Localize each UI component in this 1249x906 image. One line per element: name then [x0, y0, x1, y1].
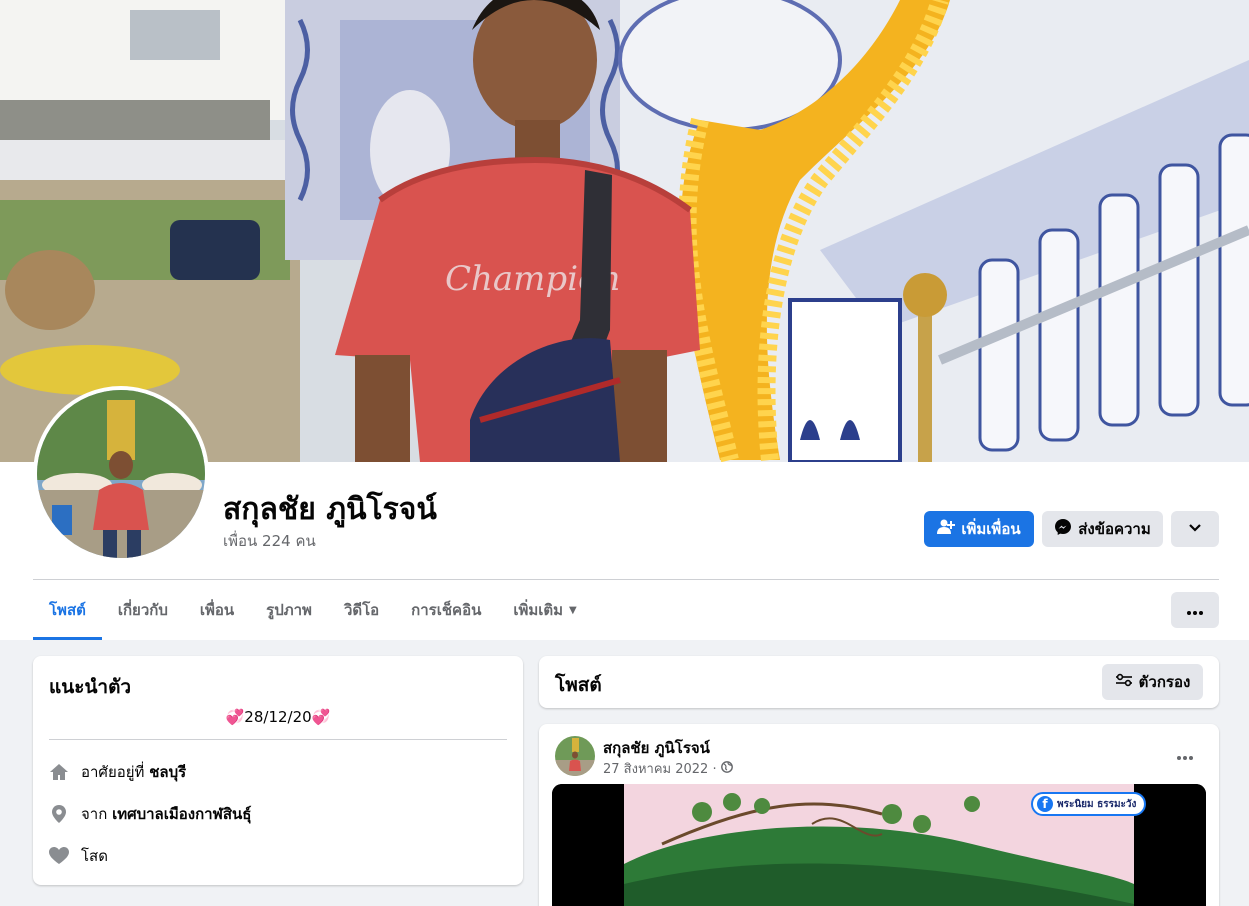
- profile-tabs: โพสต์ เกี่ยวกับ เพื่อน รูปภาพ วิดีโอ การ…: [33, 580, 593, 640]
- tab-more-label: เพิ่มเติม: [513, 601, 564, 619]
- intro-bio: 💞28/12/20💞: [225, 708, 331, 726]
- more-dots-icon: [1177, 745, 1193, 764]
- caret-down-icon: ▼: [569, 604, 577, 616]
- post-author-name[interactable]: สกุลชัย ภูนิโรจน์: [603, 736, 710, 760]
- post-meta: 27 สิงหาคม 2022 ·: [603, 758, 733, 779]
- tab-friends[interactable]: เพื่อน: [184, 580, 250, 640]
- filter-button[interactable]: ตัวกรอง: [1102, 664, 1203, 700]
- lives-prefix: อาศัยอยู่ที่: [81, 763, 145, 781]
- post-options-button[interactable]: [1167, 740, 1203, 768]
- post-author-avatar[interactable]: [555, 736, 595, 776]
- filter-icon: [1115, 673, 1133, 691]
- posts-header-card: โพสต์ ตัวกรอง: [539, 656, 1219, 708]
- facebook-logo-icon: f: [1037, 796, 1053, 812]
- add-friend-icon: [937, 519, 956, 539]
- intro-divider: [49, 739, 507, 740]
- heart-icon: [49, 846, 69, 866]
- profile-name: สกุลชัย ภูนิโรจน์: [223, 492, 437, 527]
- tab-about[interactable]: เกี่ยวกับ: [102, 580, 184, 640]
- intro-title: แนะนำตัว: [49, 676, 132, 698]
- video-badge-text: พระนิยม ธรรมะวัง: [1057, 798, 1137, 810]
- tab-photos[interactable]: รูปภาพ: [250, 580, 328, 640]
- intro-from: จาก เทศบาลเมืองกาฬสินธุ์: [49, 802, 251, 826]
- tab-more[interactable]: เพิ่มเติม ▼: [497, 580, 592, 640]
- tab-posts[interactable]: โพสต์: [33, 580, 102, 640]
- add-friend-label: เพิ่มเพื่อน: [961, 520, 1021, 538]
- relationship-status: โสด: [81, 847, 108, 865]
- post-date[interactable]: 27 สิงหาคม 2022 ·: [603, 758, 717, 779]
- globe-icon: [720, 760, 733, 777]
- profile-avatar[interactable]: [33, 386, 209, 562]
- intro-card: แนะนำตัว 💞28/12/20💞 อาศัยอยู่ที่ ชลบุรี …: [33, 656, 523, 885]
- friend-count[interactable]: เพื่อน 224 คน: [223, 529, 316, 553]
- profile-more-button[interactable]: [1171, 511, 1219, 547]
- message-button[interactable]: ส่งข้อความ: [1042, 511, 1163, 547]
- post-video[interactable]: f พระนิยม ธรรมะวัง: [552, 784, 1206, 906]
- cover-photo[interactable]: Champion: [0, 0, 1249, 462]
- lives-place[interactable]: ชลบุรี: [149, 763, 186, 781]
- chevron-down-icon: [1188, 520, 1202, 538]
- intro-lives-in: อาศัยอยู่ที่ ชลบุรี: [49, 760, 186, 784]
- message-label: ส่งข้อความ: [1078, 520, 1151, 538]
- add-friend-button[interactable]: เพิ่มเพื่อน: [924, 511, 1034, 547]
- tabs-more-options-button[interactable]: [1171, 592, 1219, 628]
- post-card: สกุลชัย ภูนิโรจน์ 27 สิงหาคม 2022 · f พร…: [539, 724, 1219, 906]
- from-prefix: จาก: [81, 805, 108, 823]
- video-watermark-badge: f พระนิยม ธรรมะวัง: [1031, 792, 1147, 816]
- tab-checkins[interactable]: การเช็คอิน: [395, 580, 497, 640]
- location-pin-icon: [49, 804, 69, 824]
- from-place[interactable]: เทศบาลเมืองกาฬสินธุ์: [112, 805, 251, 823]
- filter-label: ตัวกรอง: [1138, 673, 1191, 691]
- posts-title: โพสต์: [555, 674, 602, 696]
- more-dots-icon: [1187, 601, 1203, 619]
- intro-relationship: โสด: [49, 844, 108, 868]
- tab-videos[interactable]: วิดีโอ: [328, 580, 395, 640]
- home-icon: [49, 762, 69, 782]
- messenger-icon: [1054, 518, 1072, 540]
